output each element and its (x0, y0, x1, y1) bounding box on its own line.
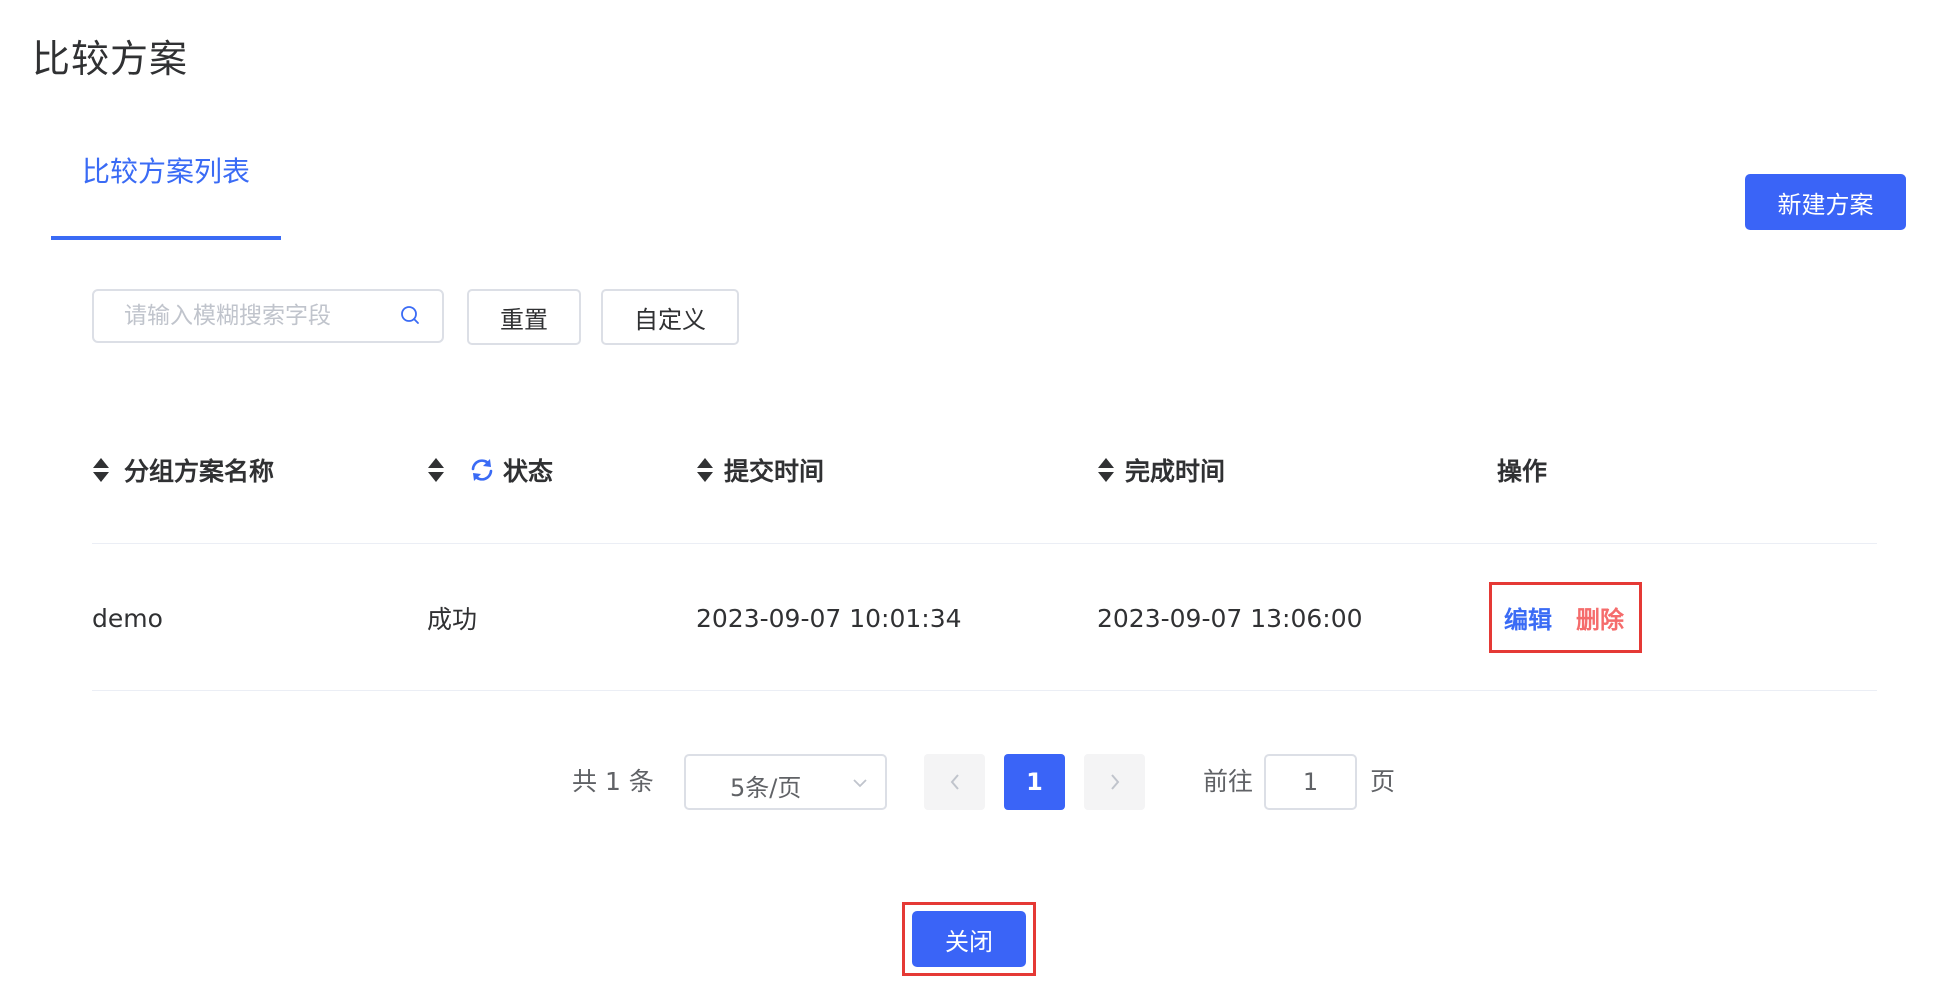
search-icon[interactable] (400, 305, 420, 325)
goto-page-input[interactable] (1264, 754, 1357, 810)
next-page-button[interactable] (1084, 754, 1145, 810)
column-label-actions: 操作 (1497, 457, 1548, 486)
delete-link[interactable]: 删除 (1576, 600, 1624, 635)
table-divider (92, 690, 1877, 691)
customize-button[interactable]: 自定义 (601, 289, 739, 345)
tab-comparison-list[interactable]: 比较方案列表 (51, 150, 281, 190)
tab-active-indicator (51, 236, 281, 240)
column-header-submit-time: 提交时间 (696, 452, 824, 488)
search-field[interactable] (92, 289, 444, 343)
sort-icon[interactable] (427, 456, 445, 484)
reset-button[interactable]: 重置 (467, 289, 581, 345)
row-actions: 编辑 删除 (1489, 582, 1642, 653)
new-plan-button[interactable]: 新建方案 (1745, 174, 1906, 230)
pagination-total: 共 1 条 (572, 767, 654, 796)
sort-icon[interactable] (92, 456, 110, 484)
prev-page-button[interactable] (924, 754, 985, 810)
column-header-name: 分组方案名称 (92, 452, 274, 488)
column-header-finish-time: 完成时间 (1097, 452, 1225, 488)
edit-link[interactable]: 编辑 (1504, 600, 1552, 635)
column-label-name: 分组方案名称 (124, 457, 275, 486)
page-title: 比较方案 (32, 37, 189, 81)
cell-name: demo (92, 603, 163, 633)
goto-suffix: 页 (1370, 767, 1396, 796)
cell-submit-time: 2023-09-07 10:01:34 (696, 603, 962, 633)
search-input[interactable] (94, 291, 394, 341)
page-size-select[interactable]: 5条/页 (684, 754, 887, 810)
column-header-status: 状态 (427, 452, 553, 488)
chevron-down-icon (853, 779, 867, 788)
cell-status: 成功 (427, 605, 478, 634)
column-label-submit-time: 提交时间 (724, 457, 825, 486)
sort-icon[interactable] (696, 456, 714, 484)
column-label-finish-time: 完成时间 (1125, 457, 1226, 486)
chevron-right-icon (1110, 774, 1119, 790)
refresh-icon[interactable] (469, 457, 495, 483)
cell-finish-time: 2023-09-07 13:06:00 (1097, 603, 1363, 633)
page-number-button[interactable]: 1 (1004, 754, 1065, 810)
chevron-left-icon (950, 774, 959, 790)
goto-label: 前往 (1203, 767, 1254, 796)
column-header-actions: 操作 (1497, 452, 1547, 488)
close-button[interactable]: 关闭 (912, 911, 1026, 967)
table-divider (92, 543, 1877, 544)
page-size-value: 5条/页 (730, 774, 802, 802)
column-label-status: 状态 (503, 457, 554, 486)
sort-icon[interactable] (1097, 456, 1115, 484)
